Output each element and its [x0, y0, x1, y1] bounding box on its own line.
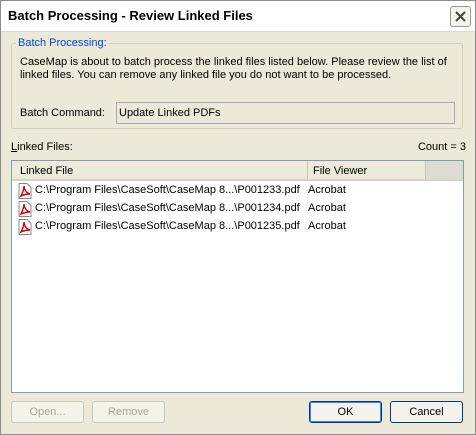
remove-button[interactable]: Remove — [92, 401, 165, 423]
open-button[interactable]: Open... — [11, 401, 84, 423]
pdf-icon — [18, 201, 32, 217]
group-legend: Batch Processing: — [16, 37, 109, 49]
file-viewer: Acrobat — [308, 184, 346, 196]
linked-files-label-text: inked Files: — [17, 141, 73, 153]
linked-files-label: Linked Files: — [11, 141, 73, 153]
window-title: Batch Processing - Review Linked Files — [8, 8, 253, 23]
pdf-icon — [18, 219, 32, 235]
file-viewer: Acrobat — [308, 202, 346, 214]
column-header-file-viewer[interactable]: File Viewer — [308, 161, 426, 179]
batch-command-field: Update Linked PDFs — [116, 102, 455, 124]
batch-description: CaseMap is about to batch process the li… — [20, 56, 447, 81]
list-item[interactable]: C:\Program Files\CaseSoft\CaseMap 8...\P… — [12, 218, 463, 236]
column-header-spacer — [426, 161, 463, 179]
list-item[interactable]: C:\Program Files\CaseSoft\CaseMap 8...\P… — [12, 200, 463, 218]
file-count: Count = 3 — [417, 141, 466, 153]
linked-files-list[interactable]: Linked File File Viewer C:\Program Files… — [11, 160, 464, 393]
cancel-button[interactable]: Cancel — [390, 401, 463, 423]
close-icon — [455, 11, 466, 22]
list-item[interactable]: C:\Program Files\CaseSoft\CaseMap 8...\P… — [12, 182, 463, 200]
title-bar[interactable]: Batch Processing - Review Linked Files — [1, 1, 475, 32]
linked-file-path: C:\Program Files\CaseSoft\CaseMap 8...\P… — [35, 184, 300, 196]
close-button[interactable] — [450, 6, 471, 27]
batch-command-label: Batch Command: — [20, 107, 105, 119]
pdf-icon — [18, 183, 32, 199]
file-viewer: Acrobat — [308, 220, 346, 232]
column-header-linked-file[interactable]: Linked File — [12, 161, 308, 179]
linked-file-path: C:\Program Files\CaseSoft\CaseMap 8...\P… — [35, 220, 300, 232]
ok-button[interactable]: OK — [309, 401, 382, 423]
linked-file-path: C:\Program Files\CaseSoft\CaseMap 8...\P… — [35, 202, 300, 214]
list-header: Linked File File Viewer — [12, 161, 463, 181]
